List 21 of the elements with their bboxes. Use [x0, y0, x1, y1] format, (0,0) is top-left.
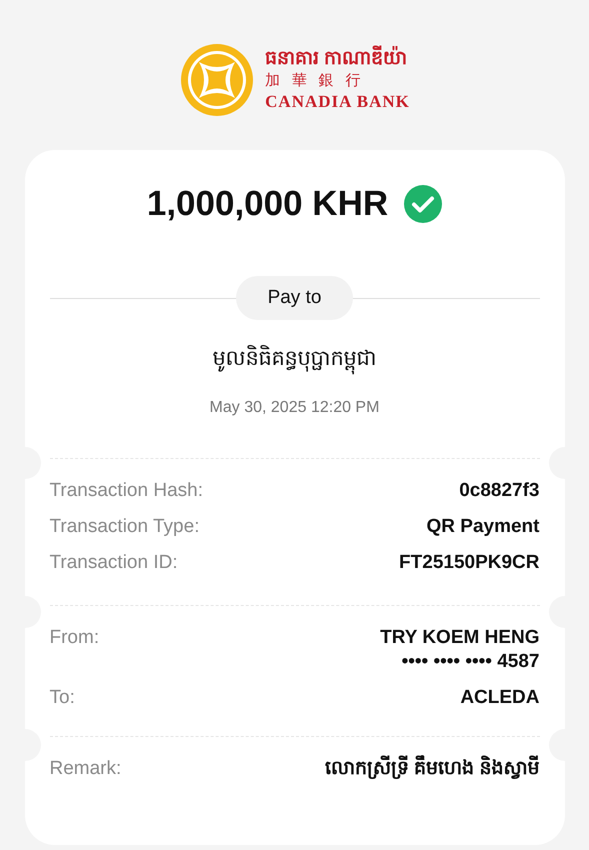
field-label: From:: [50, 626, 100, 650]
field-label: Remark:: [50, 757, 122, 782]
field-value: 0c8827f3: [459, 479, 540, 504]
field-value: QR Payment: [426, 515, 540, 540]
field-label: To:: [50, 686, 75, 710]
field-label: Transaction Hash:: [50, 479, 203, 504]
field-value: លោកស្រីទ្រី គឹមហេង និងស្វាមី: [324, 757, 540, 782]
bank-name-khmer: ធនាគារ កាណាឌីយ៉ា: [265, 47, 410, 71]
field-label: Transaction Type:: [50, 515, 200, 540]
pay-to-label: Pay to: [236, 276, 354, 320]
field-value: FT25150PK9CR: [399, 551, 540, 576]
field-label: Transaction ID:: [50, 551, 178, 576]
amount: 1,000,000 KHR: [146, 184, 388, 224]
bank-name-chinese: 加 華 銀 行: [265, 72, 366, 91]
recipient-name: មូលនិធិគន្ធបុប្ផាកម្ពុជា: [212, 344, 376, 375]
field-value: •••• •••• •••• 4587: [402, 650, 540, 674]
coin-logo-icon: [179, 42, 256, 118]
field-value: ACLEDA: [460, 686, 540, 710]
field-value: TRY KOEM HENG: [380, 626, 540, 650]
transaction-date: May 30, 2025 12:20 PM: [210, 399, 380, 417]
bank-name: CANADIA BANK: [265, 91, 410, 113]
